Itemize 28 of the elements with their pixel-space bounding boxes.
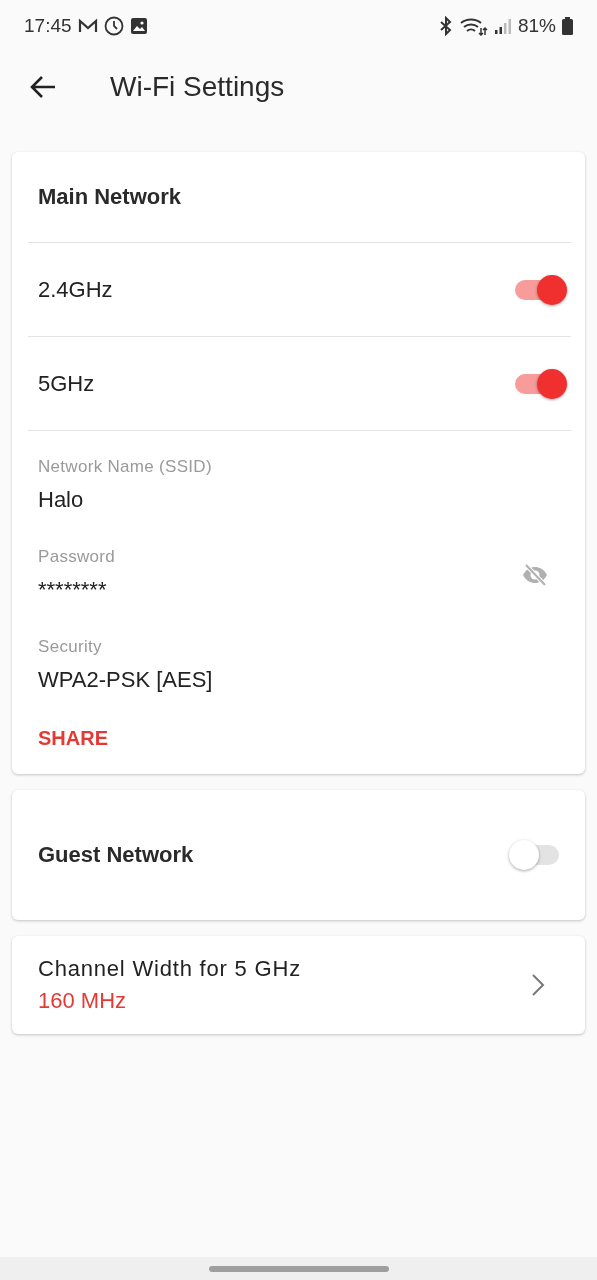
mail-icon — [77, 18, 98, 34]
guest-network-label: Guest Network — [38, 842, 194, 868]
section-title: Main Network — [37, 183, 183, 211]
toggle-switch[interactable] — [513, 273, 569, 306]
battery-percentage: 81% — [517, 15, 556, 37]
battery-icon — [562, 17, 573, 35]
chevron-right-icon — [531, 973, 545, 997]
wifi-icon — [459, 16, 488, 36]
home-handle[interactable] — [208, 1265, 389, 1272]
band-label: 5GHz — [38, 370, 95, 397]
screen-title: Wi‑Fi Settings — [110, 71, 285, 103]
signal-icon — [493, 17, 512, 35]
setting-label: Channel Width for 5 GHz — [38, 956, 301, 982]
field-value: Halo — [38, 487, 85, 513]
image-icon — [129, 17, 148, 35]
share-button[interactable]: SHARE — [38, 727, 108, 750]
hide-password-icon[interactable] — [521, 561, 549, 589]
channel-width-item[interactable]: Channel Width for 5 GHz 160 MHz — [12, 936, 585, 1034]
field-label: Password — [38, 547, 116, 567]
field-value: ******** — [38, 577, 108, 603]
toggle-switch[interactable] — [513, 367, 569, 400]
band-label: 2.4GHz — [38, 276, 113, 303]
status-time: 17:45 — [24, 15, 72, 37]
clock-icon — [103, 16, 124, 36]
field-label: Network Name (SSID) — [38, 457, 212, 477]
setting-value: 160 MHz — [38, 988, 128, 1014]
field-value: WPA2-PSK [AES] — [38, 667, 213, 693]
field-label: Security — [38, 637, 103, 657]
